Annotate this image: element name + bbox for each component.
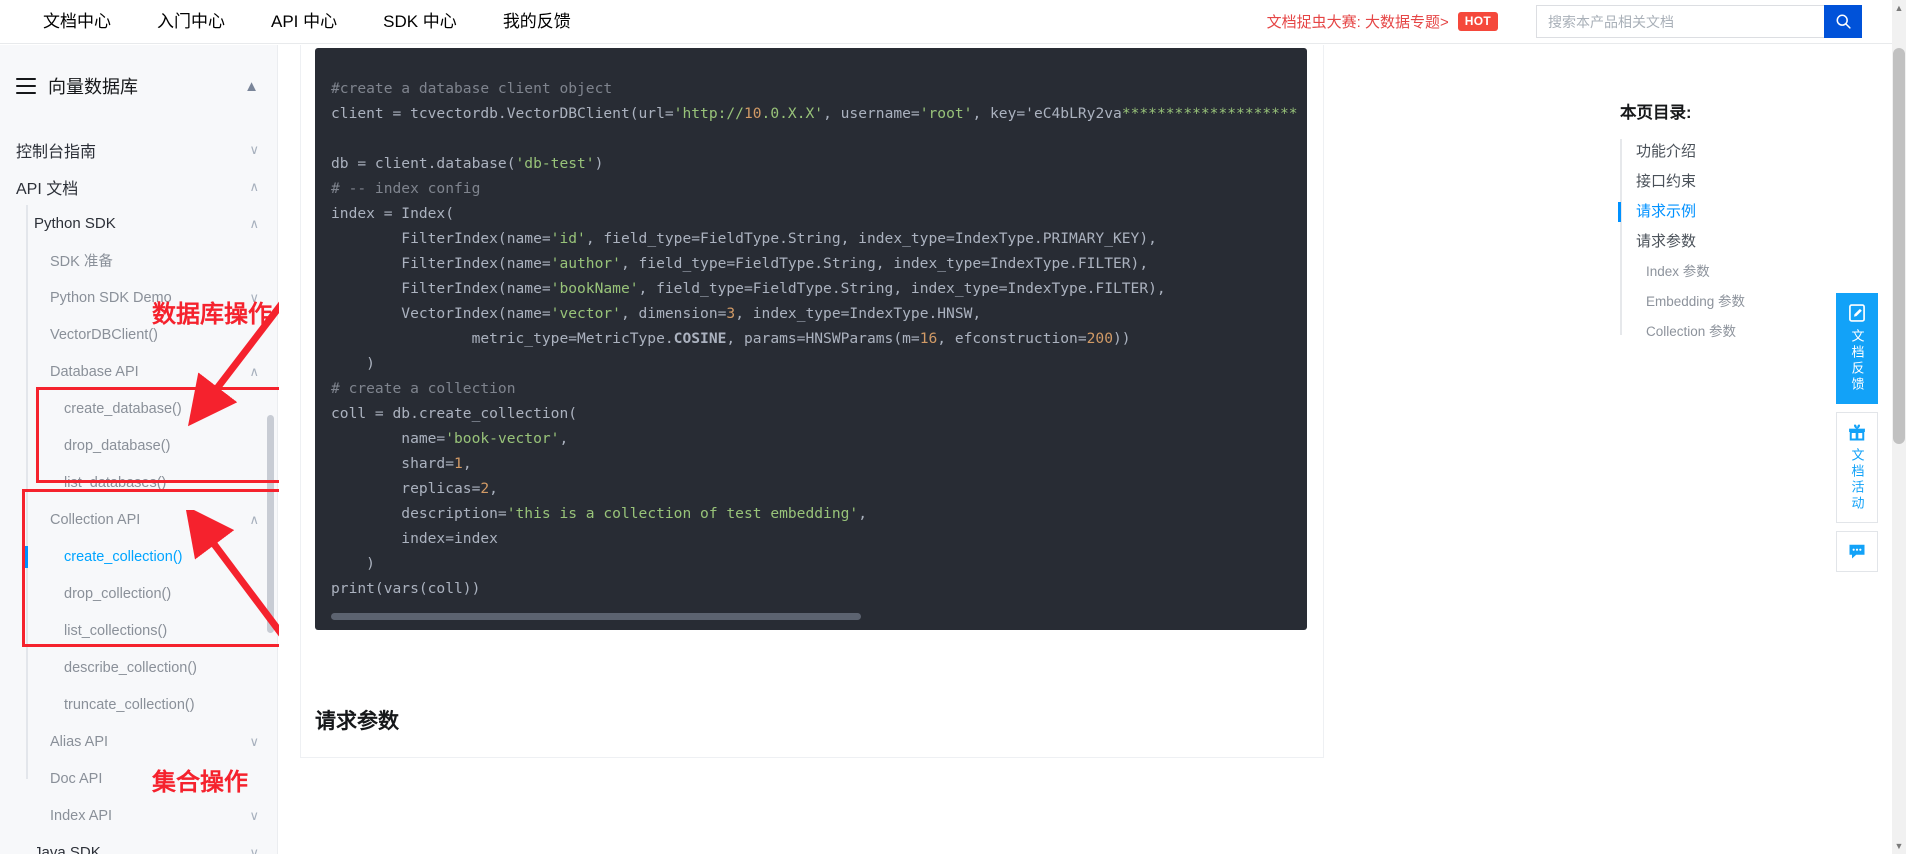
sidebar-item-drop-collection[interactable]: drop_collection() (0, 575, 277, 612)
nav-link-doc-center[interactable]: 文档中心 (20, 0, 134, 44)
edit-document-icon (1849, 304, 1865, 322)
sidebar-item-label: create_database() (64, 400, 182, 417)
sidebar-item-truncate-collection[interactable]: truncate_collection() (0, 686, 277, 723)
nav-right-group: 文档捉虫大赛: 大数据专题> HOT (1267, 0, 1892, 43)
sidebar-item-label: drop_collection() (64, 585, 172, 602)
promo-banner-link[interactable]: 文档捉虫大赛: 大数据专题> HOT (1267, 11, 1498, 32)
annotation-label-collection-ops: 集合操作 (152, 769, 248, 796)
sidebar-item-label: list_databases() (64, 474, 167, 491)
sidebar-item-database-api[interactable]: Database API ∧ (0, 353, 277, 390)
sidebar-item-index-api[interactable]: Index API ∨ (0, 797, 277, 834)
scroll-down-arrow-icon[interactable]: ▼ (1893, 840, 1905, 852)
promo-text: 文档捉虫大赛: 大数据专题> (1266, 14, 1449, 31)
sidebar-item-label: API 文档 (16, 180, 79, 198)
main-content-area: #create a database client object client … (279, 45, 1600, 854)
chevron-up-icon[interactable]: ∧ (249, 180, 259, 193)
doc-feedback-button[interactable]: 文档反馈 (1836, 293, 1878, 404)
code-sample-text: #create a database client object client … (331, 80, 1298, 597)
sidebar-header: 向量数据库 ▲ (0, 45, 277, 105)
sidebar-product-title: 向量数据库 (48, 77, 138, 97)
sidebar-item-list-databases[interactable]: list_databases() (0, 464, 277, 501)
hamburger-icon[interactable] (16, 77, 36, 95)
sidebar-item-label: Python SDK (34, 215, 116, 232)
sidebar-item-collection-api[interactable]: Collection API ∧ (0, 501, 277, 538)
primary-nav-links: 文档中心 入门中心 API 中心 SDK 中心 我的反馈 (20, 0, 594, 44)
sidebar-nav-tree: 控制台指南 ∨ API 文档 ∧ Python SDK ∧ SDK 准备 Python SDK… (0, 131, 277, 854)
toc-item-1[interactable]: 接口约束 (1620, 167, 1892, 197)
doc-feedback-label: 文档反馈 (1849, 329, 1865, 393)
sidebar-item-sdk-准备[interactable]: SDK 准备 (0, 242, 277, 279)
sidebar-item-label: Database API (50, 363, 139, 380)
toc-item-3[interactable]: 请求参数 (1620, 227, 1892, 257)
search-icon (1836, 14, 1851, 29)
chevron-down-icon[interactable]: ∨ (249, 143, 259, 156)
nav-link-sdk-center[interactable]: SDK 中心 (360, 0, 480, 44)
sidebar-item-label: 控制台指南 (16, 143, 97, 161)
chevron-down-icon[interactable]: ∨ (249, 846, 259, 854)
scroll-up-arrow-icon[interactable]: ▲ (1893, 2, 1905, 14)
sidebar-item-label: describe_collection() (64, 659, 197, 676)
sidebar-scrollbar-thumb[interactable] (267, 415, 274, 633)
sidebar-item-list-collections[interactable]: list_collections() (0, 612, 277, 649)
sidebar-item-label: SDK 准备 (50, 254, 113, 270)
sidebar-item-label: create_collection() (64, 548, 183, 565)
sidebar-item-label: Collection API (50, 511, 141, 528)
chevron-down-icon[interactable]: ∨ (249, 735, 259, 748)
chat-bubble-icon (1849, 544, 1865, 559)
sidebar-item-describe-collection[interactable]: describe_collection() (0, 649, 277, 686)
request-params-heading: 请求参数 (315, 710, 399, 733)
toc-item-2[interactable]: 请求示例 (1618, 197, 1892, 227)
doc-activity-button[interactable]: 文档活动 (1836, 412, 1878, 523)
chat-support-button[interactable] (1836, 531, 1878, 572)
search-box (1536, 5, 1862, 38)
sidebar-item-api-文档[interactable]: API 文档 ∧ (0, 168, 277, 205)
sidebar-item-label: Doc API (50, 770, 103, 787)
sidebar-active-indicator (25, 546, 28, 568)
code-sample-block[interactable]: #create a database client object client … (315, 48, 1307, 630)
sidebar-item-create-collection[interactable]: create_collection() (0, 538, 277, 575)
nav-link-api-center[interactable]: API 中心 (248, 0, 360, 44)
toc-heading: 本页目录: (1620, 104, 1692, 122)
left-sidebar: 向量数据库 ▲ 控制台指南 ∨ API 文档 ∧ Python SDK ∧ SDK 准备 Py… (0, 45, 278, 854)
sidebar-item-drop-database[interactable]: drop_database() (0, 427, 277, 464)
nav-link-intro-center[interactable]: 入门中心 (134, 0, 248, 44)
code-horizontal-scrollbar[interactable] (331, 613, 861, 620)
sidebar-item-alias-api[interactable]: Alias API ∨ (0, 723, 277, 760)
gift-icon (1849, 424, 1865, 441)
sidebar-item-java-sdk[interactable]: Java SDK ∨ (0, 834, 277, 854)
toc-item-0[interactable]: 功能介绍 (1620, 137, 1892, 167)
page-scrollbar-thumb[interactable] (1893, 48, 1905, 444)
sidebar-item-label: VectorDBClient() (50, 326, 158, 343)
search-input[interactable] (1536, 5, 1824, 38)
annotation-label-database-ops: 数据库操作 (152, 301, 272, 328)
sidebar-item-label: Index API (50, 807, 113, 824)
chevron-up-icon[interactable]: ∧ (249, 513, 259, 526)
sidebar-item-label: Alias API (50, 733, 109, 750)
chevron-up-icon[interactable]: ▲ (244, 78, 259, 95)
chevron-down-icon[interactable]: ∨ (249, 809, 259, 822)
toc-item-4[interactable]: Index 参数 (1620, 257, 1892, 287)
sidebar-item-python-sdk[interactable]: Python SDK ∧ (0, 205, 277, 242)
sidebar-item-create-database[interactable]: create_database() (0, 390, 277, 427)
sidebar-item-label: list_collections() (64, 622, 168, 639)
search-button[interactable] (1824, 5, 1862, 38)
doc-content-card: #create a database client object client … (300, 45, 1324, 758)
nav-link-my-feedback[interactable]: 我的反馈 (480, 0, 594, 44)
doc-activity-label: 文档活动 (1849, 448, 1865, 512)
sidebar-item-label: drop_database() (64, 437, 171, 454)
chevron-up-icon[interactable]: ∧ (249, 365, 259, 378)
hot-badge: HOT (1457, 12, 1498, 31)
page-scrollbar-track[interactable]: ▲ ▼ (1892, 0, 1906, 854)
top-navigation-bar: 文档中心 入门中心 API 中心 SDK 中心 我的反馈 文档捉虫大赛: 大数据… (0, 0, 1892, 44)
chevron-up-icon[interactable]: ∧ (249, 217, 259, 230)
sidebar-item-label: Java SDK (34, 844, 101, 854)
sidebar-item-label: truncate_collection() (64, 696, 195, 713)
floating-action-bar: 文档反馈 文档活动 (1836, 293, 1878, 572)
sidebar-item-控制台指南[interactable]: 控制台指南 ∨ (0, 131, 277, 168)
